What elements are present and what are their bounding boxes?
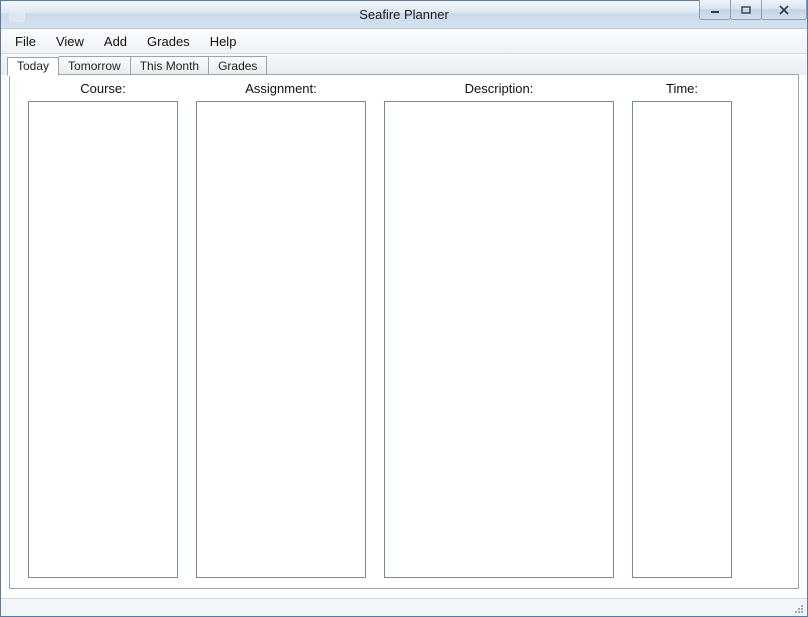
menu-add[interactable]: Add: [94, 29, 137, 53]
assignment-listbox[interactable]: [196, 101, 366, 578]
content-panel: Course: Assignment: Description: Time:: [9, 74, 799, 589]
window-controls: [700, 0, 807, 20]
column-course: Course:: [28, 81, 178, 578]
tab-this-month[interactable]: This Month: [131, 56, 209, 75]
column-description: Description:: [384, 81, 614, 578]
course-listbox[interactable]: [28, 101, 178, 578]
resize-grip-icon[interactable]: [791, 601, 805, 615]
close-icon: [778, 5, 790, 15]
description-listbox[interactable]: [384, 101, 614, 578]
course-label: Course:: [80, 81, 126, 101]
tab-grades[interactable]: Grades: [209, 56, 267, 75]
app-icon: [9, 8, 25, 22]
assignment-label: Assignment:: [245, 81, 317, 101]
maximize-icon: [741, 6, 751, 14]
menu-grades[interactable]: Grades: [137, 29, 200, 53]
tab-today[interactable]: Today: [7, 57, 59, 76]
maximize-button[interactable]: [730, 0, 762, 20]
menu-view[interactable]: View: [46, 29, 94, 53]
titlebar[interactable]: Seafire Planner: [1, 1, 807, 29]
menu-file[interactable]: File: [5, 29, 46, 53]
tabstrip: Today Tomorrow This Month Grades: [1, 53, 807, 75]
tab-tomorrow[interactable]: Tomorrow: [59, 56, 131, 75]
description-label: Description:: [465, 81, 534, 101]
column-assignment: Assignment:: [196, 81, 366, 578]
minimize-icon: [710, 6, 720, 14]
menu-help[interactable]: Help: [200, 29, 247, 53]
menubar: File View Add Grades Help: [1, 29, 807, 53]
column-time: Time:: [632, 81, 732, 578]
minimize-button[interactable]: [699, 0, 731, 20]
close-button[interactable]: [761, 0, 807, 20]
window-title: Seafire Planner: [1, 7, 807, 22]
app-window: Seafire Planner File View Add Grades Hel…: [0, 0, 808, 617]
time-label: Time:: [666, 81, 698, 101]
statusbar: [1, 598, 807, 616]
time-listbox[interactable]: [632, 101, 732, 578]
